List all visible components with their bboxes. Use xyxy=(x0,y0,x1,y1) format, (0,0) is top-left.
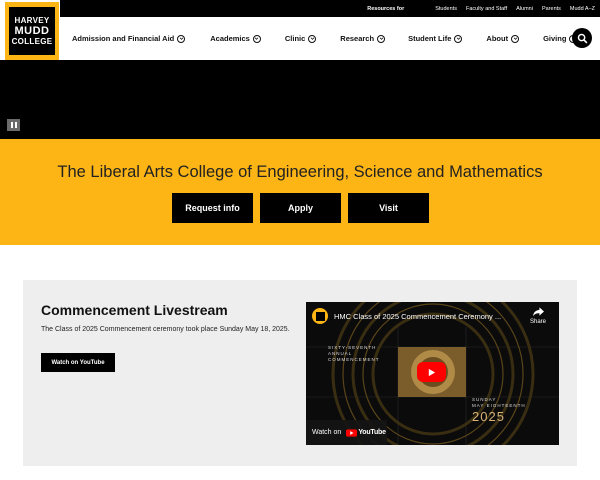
nav-label: Admission and Financial Aid xyxy=(72,34,175,43)
hmc-logo[interactable]: HARVEY MUDD COLLEGE xyxy=(5,2,59,60)
nav-item-admission[interactable]: Admission and Financial Aid xyxy=(72,34,186,43)
nav-item-academics[interactable]: Academics xyxy=(210,34,261,43)
share-icon xyxy=(532,307,544,317)
nav-label: Giving xyxy=(543,34,567,43)
visit-button[interactable]: Visit xyxy=(348,193,429,223)
pause-icon xyxy=(10,122,13,128)
search-button[interactable] xyxy=(572,28,592,48)
youtube-icon xyxy=(346,428,358,437)
nav-item-student-life[interactable]: Student Life xyxy=(408,34,463,43)
logo-mark: HARVEY MUDD COLLEGE xyxy=(9,7,55,55)
video-year: 2025 xyxy=(472,409,505,424)
play-icon xyxy=(428,368,436,376)
watch-on-youtube-overlay[interactable]: Watch on YouTube xyxy=(306,420,387,445)
pause-button[interactable] xyxy=(7,119,20,131)
utility-link-faculty-staff[interactable]: Faculty and Staff xyxy=(466,6,507,12)
side-text-line: COMMENCEMENT xyxy=(328,357,380,362)
youtube-embed[interactable]: HMC Class of 2025 Commencement Ceremony … xyxy=(306,302,559,445)
nav-item-research[interactable]: Research xyxy=(340,34,386,43)
chevron-down-icon xyxy=(511,34,520,43)
resources-label: Resources for xyxy=(367,5,405,12)
utility-link-students[interactable]: Students xyxy=(435,6,457,12)
nav-item-clinic[interactable]: Clinic xyxy=(284,34,317,43)
pause-icon-bar xyxy=(14,122,17,128)
nav-label: Research xyxy=(340,34,375,43)
share-label: Share xyxy=(529,319,546,325)
search-icon xyxy=(577,33,587,43)
tagline: The Liberal Arts College of Engineering,… xyxy=(57,163,543,181)
chevron-down-icon xyxy=(308,34,317,43)
commencement-title: Commencement Livestream xyxy=(41,302,228,318)
utility-link-parents[interactable]: Parents xyxy=(542,6,561,12)
youtube-wordmark: YouTube xyxy=(358,429,386,436)
video-title[interactable]: HMC Class of 2025 Commencement Ceremony … xyxy=(334,312,501,321)
commencement-description: The Class of 2025 Commencement ceremony … xyxy=(41,326,290,333)
video-side-text: SIXTY-SEVENTH ANNUAL COMMENCEMENT xyxy=(328,345,380,363)
nav-label: Clinic xyxy=(284,34,306,43)
channel-avatar[interactable] xyxy=(312,308,328,324)
logo-line-3: COLLEGE xyxy=(11,37,53,46)
share-button[interactable]: Share xyxy=(527,307,549,325)
chevron-down-icon xyxy=(252,34,261,43)
utility-bar: Resources for Students Faculty and Staff… xyxy=(60,0,600,17)
utility-link-alumni[interactable]: Alumni xyxy=(516,6,533,12)
video-date-text: SUNDAY MAY EIGHTEENTH xyxy=(472,397,526,409)
nav-label: Academics xyxy=(210,34,250,43)
commencement-card: Commencement Livestream The Class of 202… xyxy=(23,280,577,466)
logo-line-1: HARVEY xyxy=(14,16,50,25)
apply-button[interactable]: Apply xyxy=(260,193,341,223)
hero-video xyxy=(0,60,600,139)
chevron-down-icon xyxy=(454,34,463,43)
request-info-button[interactable]: Request info xyxy=(172,193,253,223)
chevron-down-icon xyxy=(177,34,186,43)
chevron-down-icon xyxy=(377,34,386,43)
play-button[interactable] xyxy=(417,362,446,382)
nav-item-about[interactable]: About xyxy=(486,34,520,43)
youtube-logo: YouTube xyxy=(346,428,386,437)
logo-line-2: MUDD xyxy=(14,25,50,37)
site-header: HARVEY MUDD COLLEGE Resources for Studen… xyxy=(0,0,600,60)
utility-link-mudd-a-z[interactable]: Mudd A–Z xyxy=(570,6,595,12)
nav-label: Student Life xyxy=(408,34,452,43)
nav-label: About xyxy=(486,34,509,43)
tagline-band: The Liberal Arts College of Engineering,… xyxy=(0,139,600,245)
main-nav: Admission and Financial Aid Academics Cl… xyxy=(60,17,600,60)
watch-on-youtube-button[interactable]: Watch on YouTube xyxy=(41,353,115,372)
watch-on-label: Watch on xyxy=(312,429,342,436)
